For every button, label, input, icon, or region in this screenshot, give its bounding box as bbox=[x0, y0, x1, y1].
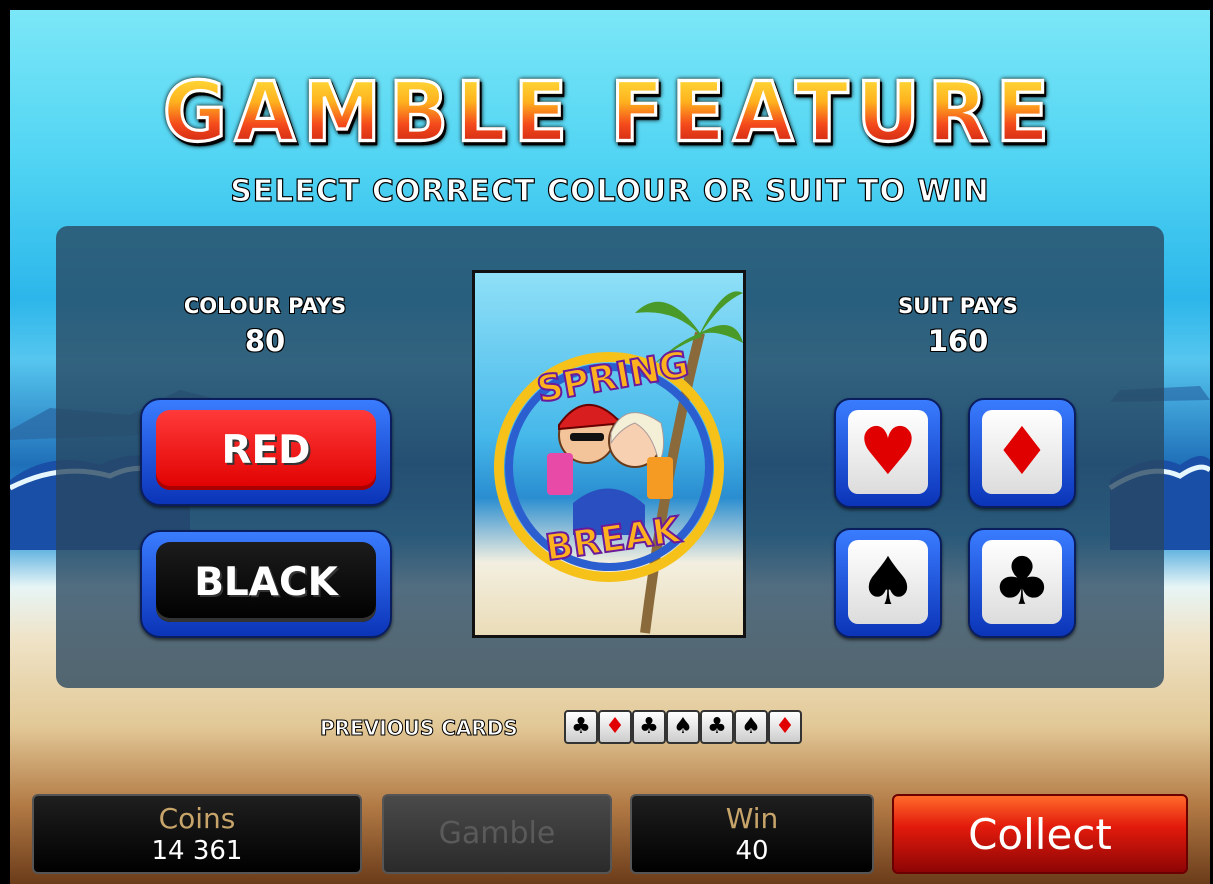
previous-card: ♣ bbox=[700, 710, 734, 744]
collect-button[interactable]: Collect bbox=[892, 794, 1188, 874]
coins-display: Coins 14 361 bbox=[32, 794, 362, 874]
previous-card-glyph: ♠ bbox=[673, 714, 693, 739]
previous-card-glyph: ♣ bbox=[707, 714, 727, 739]
drink-right bbox=[647, 457, 673, 499]
colour-pays-label: COLOUR PAYS bbox=[183, 294, 347, 318]
clubs-button[interactable]: ♣ bbox=[968, 528, 1076, 638]
drink-left bbox=[547, 453, 573, 495]
previous-card: ♠ bbox=[666, 710, 700, 744]
previous-card: ♣ bbox=[564, 710, 598, 744]
coins-label: Coins bbox=[158, 802, 236, 835]
gamble-button-label: Gamble bbox=[438, 816, 556, 851]
colour-pays-value: 80 bbox=[244, 324, 286, 358]
hearts-button[interactable]: ♥ bbox=[834, 398, 942, 508]
instruction-subtitle: SELECT CORRECT COLOUR OR SUIT TO WIN bbox=[230, 173, 990, 209]
heart-icon: ♥ bbox=[848, 410, 928, 494]
win-display: Win 40 bbox=[630, 794, 874, 874]
suit-pays-label: SUIT PAYS bbox=[898, 294, 1018, 318]
gamble-button[interactable]: Gamble bbox=[382, 794, 612, 874]
diamonds-button[interactable]: ♦ bbox=[968, 398, 1076, 508]
spade-icon: ♠ bbox=[848, 540, 928, 624]
diamond-icon: ♦ bbox=[982, 410, 1062, 494]
card-artwork bbox=[494, 291, 743, 634]
previous-card-glyph: ♠ bbox=[741, 714, 761, 739]
previous-card: ♦ bbox=[598, 710, 632, 744]
black-button-label: BLACK bbox=[156, 542, 376, 622]
suit-pays-value: 160 bbox=[927, 324, 989, 358]
win-value: 40 bbox=[735, 836, 769, 866]
black-button[interactable]: BLACK bbox=[140, 530, 392, 638]
red-button[interactable]: RED bbox=[140, 398, 392, 506]
win-label: Win bbox=[725, 802, 779, 835]
previous-card-glyph: ♣ bbox=[639, 714, 659, 739]
face-down-card: SPRING BREAK bbox=[472, 270, 746, 638]
previous-card-glyph: ♦ bbox=[605, 714, 625, 739]
gamble-feature-title: GAMBLE FEATURE bbox=[10, 64, 1210, 162]
previous-card: ♦ bbox=[768, 710, 802, 744]
coins-value: 14 361 bbox=[151, 836, 243, 866]
game-screen: GAMBLE FEATURE SELECT CORRECT COLOUR OR … bbox=[10, 10, 1210, 884]
spades-button[interactable]: ♠ bbox=[834, 528, 942, 638]
previous-card: ♠ bbox=[734, 710, 768, 744]
previous-cards-label: PREVIOUS CARDS bbox=[320, 716, 519, 741]
collect-button-label: Collect bbox=[968, 810, 1112, 859]
club-icon: ♣ bbox=[982, 540, 1062, 624]
red-button-label: RED bbox=[156, 410, 376, 490]
guy-sunglasses bbox=[570, 433, 604, 441]
previous-card-glyph: ♦ bbox=[775, 714, 795, 739]
previous-card: ♣ bbox=[632, 710, 666, 744]
previous-card-glyph: ♣ bbox=[571, 714, 591, 739]
